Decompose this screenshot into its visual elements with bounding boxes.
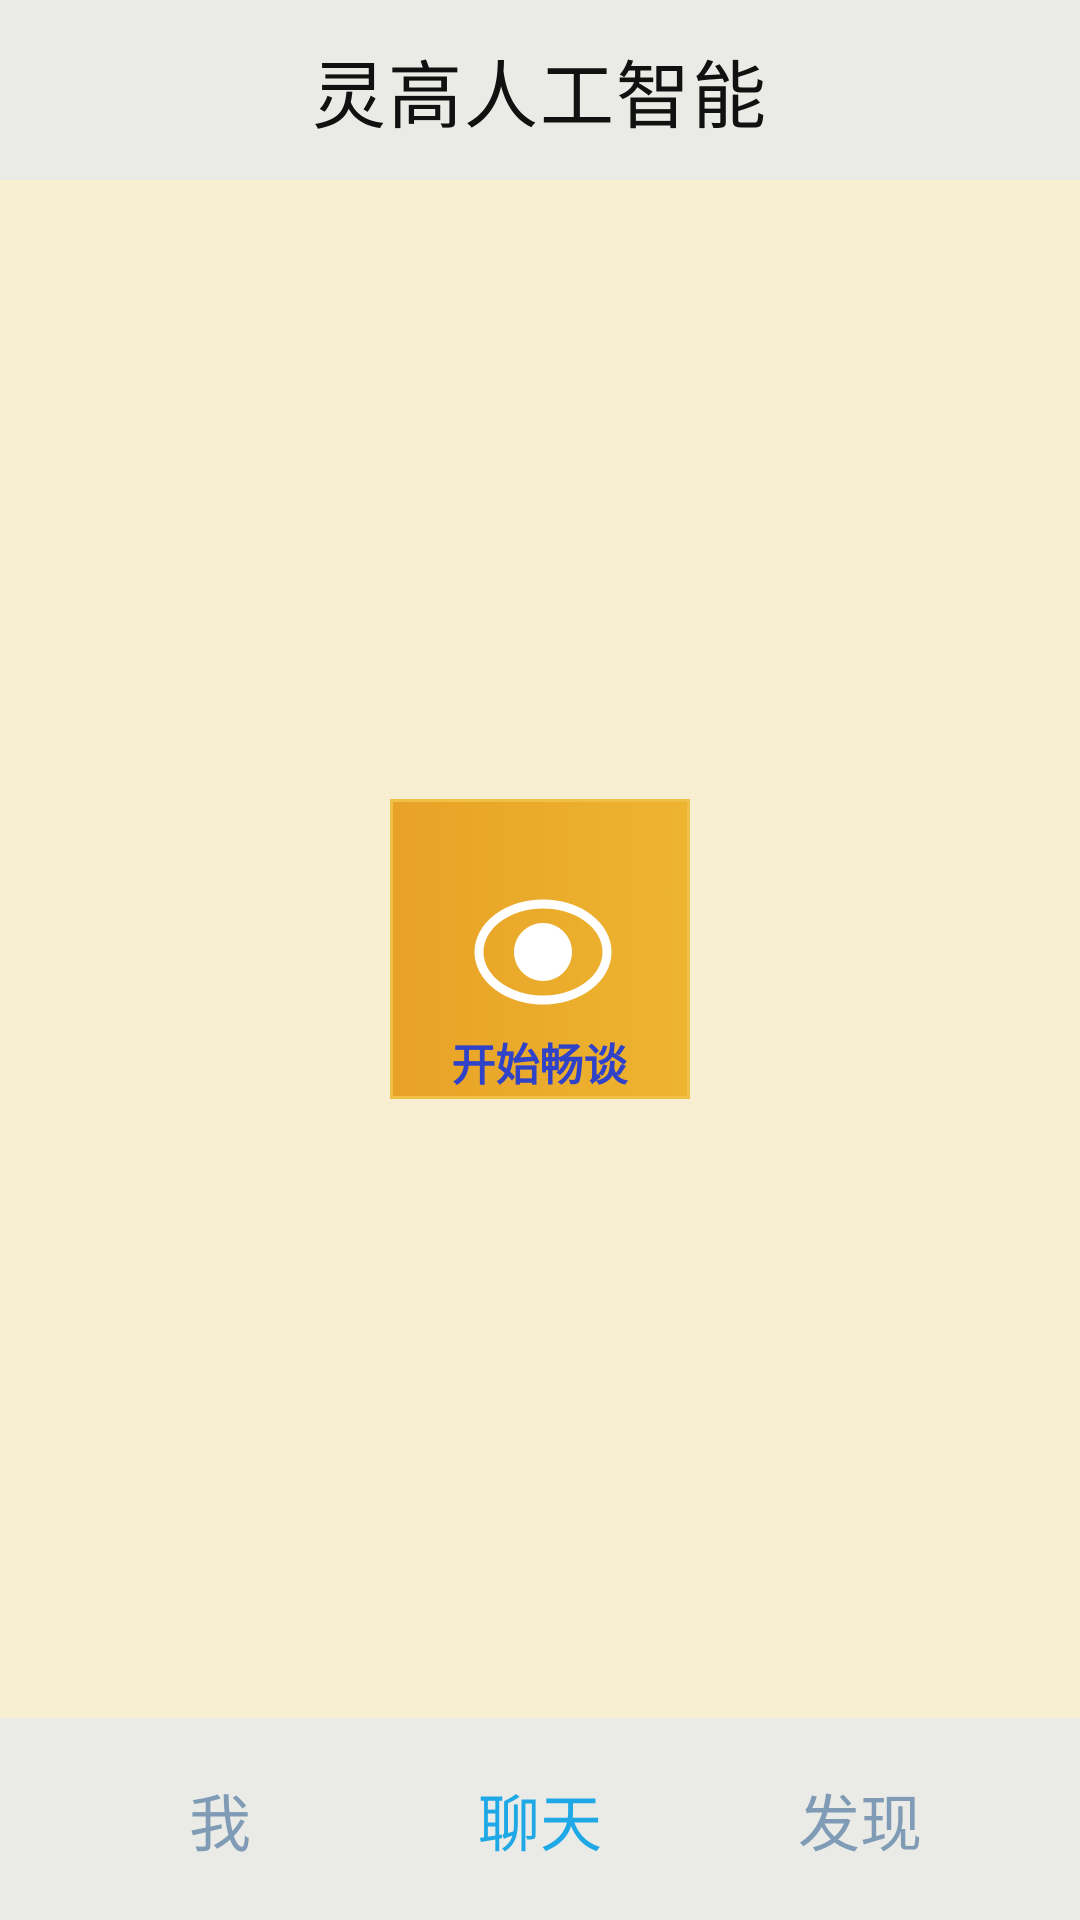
start-chat-label: 开始畅谈 bbox=[452, 1040, 628, 1091]
app-screen: 灵高人工智能 开始畅谈 我 聊天 发现 bbox=[0, 0, 1080, 1920]
eye-icon bbox=[474, 899, 612, 1005]
app-title: 灵高人工智能 bbox=[312, 53, 768, 140]
nav-tab-chat[interactable]: 聊天 bbox=[420, 1718, 660, 1920]
nav-tab-discover[interactable]: 发现 bbox=[740, 1718, 980, 1920]
bottom-nav: 我 聊天 发现 bbox=[0, 1718, 1080, 1920]
title-bar: 灵高人工智能 bbox=[0, 0, 1080, 180]
start-chat-button[interactable]: 开始畅谈 bbox=[390, 799, 690, 1099]
nav-tab-me-label: 我 bbox=[188, 1788, 251, 1861]
nav-tab-chat-label: 聊天 bbox=[477, 1788, 602, 1861]
nav-tab-discover-label: 发现 bbox=[797, 1788, 922, 1861]
nav-tab-me[interactable]: 我 bbox=[100, 1718, 340, 1920]
